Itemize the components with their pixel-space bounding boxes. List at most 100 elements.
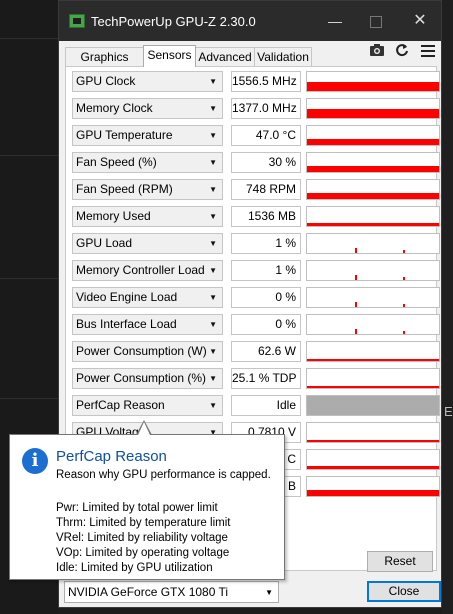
sensor-value: 0 % [231, 287, 301, 308]
sensor-row: GPU Load ▼ 1 % [72, 233, 452, 255]
sensor-graph[interactable] [306, 314, 440, 335]
sensor-value: 1 % [231, 260, 301, 281]
sensor-label-dropdown[interactable]: GPU Load ▼ [72, 233, 223, 254]
sensor-value: 25.1 % TDP [231, 368, 301, 389]
sensor-label: Power Consumption (W) [76, 344, 207, 358]
tooltip-description: Reason why GPU performance is capped. [56, 469, 271, 481]
sensor-row: GPU Temperature ▼ 47.0 °C [72, 125, 452, 147]
sensor-label: PerfCap Reason [76, 398, 165, 412]
tab-validation[interactable]: Validation [254, 47, 312, 66]
gpu-select-dropdown[interactable]: NVIDIA GeForce GTX 1080 Ti ▼ [64, 581, 279, 603]
sensor-row: PerfCap Reason ▼ Idle [72, 395, 452, 417]
sensor-graph-fill [307, 166, 439, 172]
chevron-down-icon: ▼ [265, 588, 273, 597]
sensor-row: Fan Speed (RPM) ▼ 748 RPM [72, 179, 452, 201]
sensor-row: Memory Controller Load ▼ 1 % [72, 260, 452, 282]
sensor-graph[interactable] [306, 125, 440, 146]
sensor-label: Memory Used [76, 209, 151, 223]
maximize-button[interactable] [365, 10, 387, 32]
chevron-down-icon: ▼ [209, 131, 217, 140]
sensor-graph[interactable] [306, 71, 440, 92]
sensor-graph-spike [403, 250, 405, 253]
tab-graphics-card[interactable]: Graphics Card [65, 47, 144, 83]
sensor-label-dropdown[interactable]: Fan Speed (RPM) ▼ [72, 179, 223, 200]
sensor-label-dropdown[interactable]: Bus Interface Load ▼ [72, 314, 223, 335]
sensor-graph-fill [307, 223, 439, 226]
sensor-graph[interactable] [306, 98, 440, 119]
sensor-label: Memory Clock [76, 101, 153, 115]
sensor-graph[interactable] [306, 476, 440, 497]
close-button[interactable]: Close [367, 581, 441, 602]
chevron-down-icon: ▼ [209, 158, 217, 167]
tooltip-lines: Pwr: Limited by total power limit Thrm: … [56, 501, 230, 576]
sensor-value: 30 % [231, 152, 301, 173]
refresh-icon[interactable] [393, 43, 411, 61]
sensor-graph[interactable] [306, 287, 440, 308]
tooltip-line: VOp: Limited by operating voltage [56, 547, 230, 559]
chevron-down-icon: ▼ [209, 293, 217, 302]
sensor-label-dropdown[interactable]: Memory Used ▼ [72, 206, 223, 227]
sensor-row: Memory Used ▼ 1536 MB [72, 206, 452, 228]
sensor-graph-fill [307, 466, 439, 469]
sensor-graph[interactable] [306, 422, 440, 443]
sensor-graph-fill [307, 490, 439, 496]
sensor-graph-spike [403, 331, 405, 334]
sensor-value: 62.6 W [231, 341, 301, 362]
sensor-label-dropdown[interactable]: Video Engine Load ▼ [72, 287, 223, 308]
sensor-graph[interactable] [306, 395, 440, 416]
sensor-label: GPU Clock [76, 74, 136, 88]
sensor-graph[interactable] [306, 179, 440, 200]
sensor-graph[interactable] [306, 449, 440, 470]
reset-button[interactable]: Reset [367, 551, 433, 572]
sensor-row: Fan Speed (%) ▼ 30 % [72, 152, 452, 174]
title-bar[interactable]: TechPowerUp GPU-Z 2.30.0 — ✕ [59, 1, 441, 41]
sensor-graph-fill [307, 139, 439, 145]
sensor-graph[interactable] [306, 152, 440, 173]
chevron-down-icon: ▼ [209, 77, 217, 86]
sensor-graph-fill [307, 359, 439, 361]
sensor-label-dropdown[interactable]: GPU Clock ▼ [72, 71, 223, 92]
sensor-graph[interactable] [306, 260, 440, 281]
gpuz-app-icon [69, 14, 85, 28]
sensor-graph[interactable] [306, 341, 440, 362]
sensor-label-dropdown[interactable]: PerfCap Reason ▼ [72, 395, 223, 416]
chevron-down-icon: ▼ [209, 212, 217, 221]
sensor-graph-spike [355, 302, 357, 307]
sensor-label-dropdown[interactable]: Memory Clock ▼ [72, 98, 223, 119]
sensor-value: 47.0 °C [231, 125, 301, 146]
sensor-label-dropdown[interactable]: GPU Temperature ▼ [72, 125, 223, 146]
sensor-graph[interactable] [306, 368, 440, 389]
sensor-graph-fill [307, 82, 439, 91]
sensor-graph[interactable] [306, 206, 440, 227]
sensor-graph-fill [307, 109, 439, 118]
sensor-row: Video Engine Load ▼ 0 % [72, 287, 452, 309]
sensor-value: 748 RPM [231, 179, 301, 200]
window-close-button[interactable]: ✕ [409, 10, 431, 32]
sensor-value: 1 % [231, 233, 301, 254]
sensor-label-dropdown[interactable]: Power Consumption (%) ▼ [72, 368, 223, 389]
chevron-down-icon: ▼ [209, 185, 217, 194]
sensor-label: GPU Temperature [76, 128, 173, 142]
sensor-value: 1536 MB [231, 206, 301, 227]
sensor-graph[interactable] [306, 233, 440, 254]
sensor-value: 1556.5 MHz [231, 71, 301, 92]
tab-sensors[interactable]: Sensors [143, 45, 196, 67]
camera-icon[interactable] [368, 43, 386, 61]
sensor-label-dropdown[interactable]: Power Consumption (W) ▼ [72, 341, 223, 362]
hamburger-menu-icon[interactable] [419, 43, 437, 61]
sensor-value: Idle [231, 395, 301, 416]
sensor-graph-spike [403, 304, 405, 307]
sensor-row: Power Consumption (W) ▼ 62.6 W [72, 341, 452, 363]
tooltip-line: Thrm: Limited by temperature limit [56, 517, 231, 529]
tooltip-pointer-inner [138, 422, 150, 435]
sensor-label-dropdown[interactable]: Memory Controller Load ▼ [72, 260, 223, 281]
sensor-value: 1377.0 MHz [231, 98, 301, 119]
minimize-button[interactable]: — [324, 10, 346, 32]
sensor-label-dropdown[interactable]: Fan Speed (%) ▼ [72, 152, 223, 173]
tab-advanced[interactable]: Advanced [195, 47, 255, 66]
sensor-graph-spike [355, 329, 357, 334]
info-icon: i [22, 448, 48, 474]
sensor-label: Video Engine Load [76, 290, 178, 304]
sensor-graph-spike [355, 275, 357, 280]
background-divider [0, 155, 58, 156]
